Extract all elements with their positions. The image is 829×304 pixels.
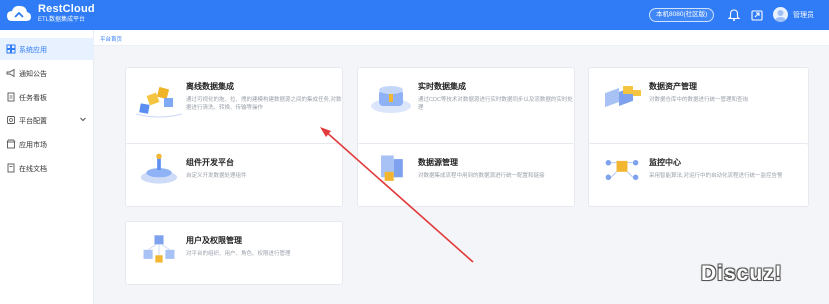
brand-name: RestCloud (38, 3, 95, 15)
card-datasource-management[interactable]: 数据源管理 对数据集成流程中用到的数据源进行统一配置和链接 (357, 143, 575, 207)
datasource-illustration (381, 155, 403, 181)
user-avatar[interactable] (773, 7, 788, 22)
card-description: 通过可视化的拖、拉、拽的建模构建数据源之间的集成任务,对数据进行清洗、转换、传输… (186, 97, 342, 111)
sidebar-item-label: 平台配置 (19, 118, 47, 125)
sidebar-item-app-market[interactable]: 应用市场 (0, 133, 94, 155)
user-name[interactable]: 管理员 (793, 10, 814, 20)
realtime-integration-illustration (371, 86, 411, 113)
sidebar-item-label: 应用市场 (19, 142, 47, 149)
user-permission-illustration (143, 235, 175, 263)
brand: RestCloud ETL数据集成平台 (38, 3, 95, 24)
card-description: 对数据仓库中的数据进行统一管理和查询 (649, 97, 749, 103)
card-description: 通过CDC等技术对数据源进行实时数据同步以及流数据的实时处理 (418, 97, 573, 111)
book-icon (7, 163, 15, 173)
top-bar: RestCloud ETL数据集成平台 本机8080(社区版) 管理员 (0, 0, 829, 30)
sidebar-item-online-docs[interactable]: 在线文档 (0, 157, 94, 179)
sidebar-item-task-board[interactable]: 任务看板 (0, 86, 94, 108)
card-title: 离线数据集成 (186, 82, 234, 91)
share-icon[interactable] (750, 8, 764, 22)
sidebar-item-label: 系统应用 (19, 47, 47, 54)
watermark: Discuz! (701, 262, 783, 285)
card-description: 自定义开发数据处理组件 (186, 173, 247, 179)
environment-selector[interactable]: 本机8080(社区版) (649, 8, 715, 22)
card-component-dev[interactable]: 组件开发平台 自定义开发数据处理组件 (125, 143, 343, 207)
card-title: 数据源管理 (418, 158, 458, 167)
card-title: 用户及权限管理 (186, 236, 242, 245)
sidebar: 系统应用 通知公告 任务看板 平台配置 应用市场 在线文档 (0, 30, 94, 304)
card-monitor-center[interactable]: 监控中心 采用智能算法,对运行中的自动化流程进行统一监控告警 (588, 143, 809, 207)
card-user-permission[interactable]: 用户及权限管理 对平台的组织、用户、角色、权限进行管理 (125, 221, 343, 285)
sidebar-item-label: 任务看板 (19, 95, 47, 102)
card-title: 组件开发平台 (186, 158, 234, 167)
card-description: 对数据集成流程中用到的数据源进行统一配置和链接 (418, 173, 545, 179)
brand-subtitle: ETL数据集成平台 (38, 17, 86, 23)
chevron-down-icon (80, 117, 86, 122)
monitor-center-illustration (605, 160, 639, 180)
card-description: 采用智能算法,对运行中的自动化流程进行统一监控告警 (649, 173, 783, 179)
breadcrumb-home[interactable]: 平台首页 (100, 35, 122, 43)
component-dev-illustration (140, 153, 178, 184)
sidebar-item-notices[interactable]: 通知公告 (0, 62, 94, 84)
card-title: 数据资产管理 (649, 82, 697, 91)
store-icon (6, 139, 16, 149)
offline-integration-illustration (135, 86, 183, 118)
settings-icon (7, 116, 15, 124)
bell-icon[interactable] (727, 8, 741, 22)
card-title: 监控中心 (649, 158, 681, 167)
data-asset-illustration (605, 86, 641, 108)
doc-icon (7, 92, 15, 102)
sidebar-item-label: 通知公告 (19, 71, 47, 78)
grid-icon (6, 44, 16, 54)
sidebar-item-platform-config[interactable]: 平台配置 (0, 109, 94, 131)
card-title: 实时数据集成 (418, 82, 466, 91)
restcloud-logo (7, 5, 31, 21)
megaphone-icon (6, 68, 15, 78)
sidebar-item-label: 在线文档 (19, 166, 47, 173)
sidebar-item-system-apps[interactable]: 系统应用 (0, 38, 94, 60)
breadcrumb: 平台首页 (94, 30, 829, 46)
card-description: 对平台的组织、用户、角色、权限进行管理 (186, 251, 291, 257)
